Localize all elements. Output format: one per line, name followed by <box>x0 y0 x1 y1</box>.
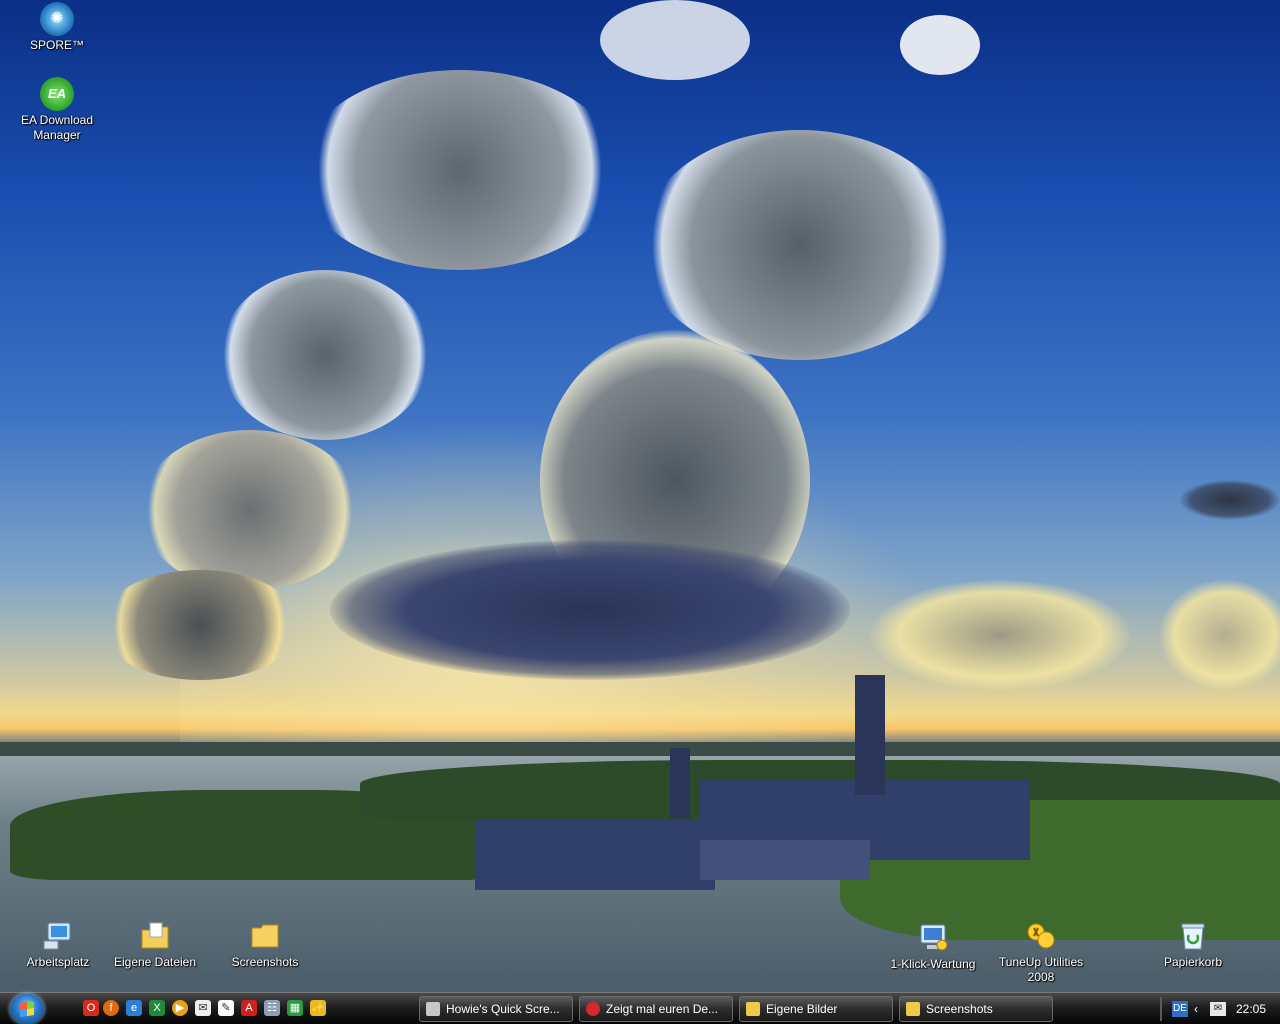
desktop-icon-label: Screenshots <box>231 955 299 969</box>
task-button-label: Eigene Bilder <box>766 1002 838 1016</box>
media-player-icon[interactable]: ▶ <box>172 1000 188 1016</box>
spore-icon: ✺ <box>40 2 74 36</box>
clock[interactable]: 22:05 <box>1236 996 1266 1022</box>
task-button-howies-quick-screenshot[interactable]: Howie's Quick Scre... <box>419 996 573 1022</box>
desktop-icon-screenshots[interactable]: Screenshots <box>220 919 310 970</box>
firefox-icon[interactable]: f <box>103 1000 119 1016</box>
task-button-label: Zeigt mal euren De... <box>606 1002 719 1016</box>
folder-icon <box>248 919 282 953</box>
desktop-icon-eigene-dateien[interactable]: Eigene Dateien <box>110 919 200 970</box>
task-button-eigene-bilder[interactable]: Eigene Bilder <box>739 996 893 1022</box>
language-indicator[interactable]: DE <box>1172 1001 1188 1017</box>
mail-icon[interactable]: ✎ <box>218 1000 234 1016</box>
ea-icon: EA <box>40 77 74 111</box>
desktop-icon-spore[interactable]: ✺ SPORE™ <box>12 2 102 53</box>
opera-icon[interactable]: O <box>83 1000 99 1016</box>
folder-icon <box>746 1002 760 1016</box>
task-button-label: Screenshots <box>926 1002 993 1016</box>
adobe-icon[interactable]: A <box>241 1000 257 1016</box>
documents-folder-icon <box>138 919 172 953</box>
desktop-wallpaper <box>0 0 1280 992</box>
maintenance-icon <box>916 921 950 955</box>
desktop-icon-label: Eigene Dateien <box>113 955 197 969</box>
desktop-icon-label: 1-Klick-Wartung <box>890 957 976 971</box>
excel-icon[interactable]: X <box>149 1000 165 1016</box>
desktop-icon-label: TuneUp Utilities 2008 <box>998 955 1084 984</box>
desktop-icon-label: Papierkorb <box>1163 955 1223 969</box>
computer-icon <box>41 919 75 953</box>
spreadsheet-icon[interactable]: ▦ <box>287 1000 303 1016</box>
desktop-icon-1-klick-wartung[interactable]: 1-Klick-Wartung <box>888 921 978 972</box>
task-button-label: Howie's Quick Scre... <box>446 1002 560 1016</box>
task-button-zeigt-mal-euren-desktop[interactable]: Zeigt mal euren De... <box>579 996 733 1022</box>
folder-icon <box>906 1002 920 1016</box>
tray-expand-icon[interactable]: ‹ <box>1194 996 1198 1022</box>
desktop-icon-label: SPORE™ <box>29 38 84 52</box>
network-icon[interactable]: ☷ <box>264 1000 280 1016</box>
network-tray-icon[interactable]: ✉ <box>1210 1002 1226 1016</box>
outlook-icon[interactable]: ✉ <box>195 1000 211 1016</box>
desktop-icon-arbeitsplatz[interactable]: Arbeitsplatz <box>13 919 103 970</box>
desktop-icon-papierkorb[interactable]: Papierkorb <box>1148 919 1238 970</box>
recycle-bin-icon <box>1176 919 1210 953</box>
internet-explorer-icon[interactable]: e <box>126 1000 142 1016</box>
start-button[interactable] <box>10 994 44 1024</box>
screenshot-app-icon <box>426 1002 440 1016</box>
desktop-icon-label: EA Download Manager <box>20 113 94 142</box>
desktop-icon-tuneup-utilities[interactable]: TuneUp Utilities 2008 <box>996 919 1086 985</box>
tool-icon[interactable]: ✨ <box>310 1000 326 1016</box>
task-button-screenshots[interactable]: Screenshots <box>899 996 1053 1022</box>
desktop-icon-label: Arbeitsplatz <box>26 955 90 969</box>
desktop-icon-ea-download-manager[interactable]: EA EA Download Manager <box>12 77 102 143</box>
tray-divider <box>1160 997 1162 1021</box>
tuneup-icon <box>1024 919 1058 953</box>
opera-icon <box>586 1002 600 1016</box>
